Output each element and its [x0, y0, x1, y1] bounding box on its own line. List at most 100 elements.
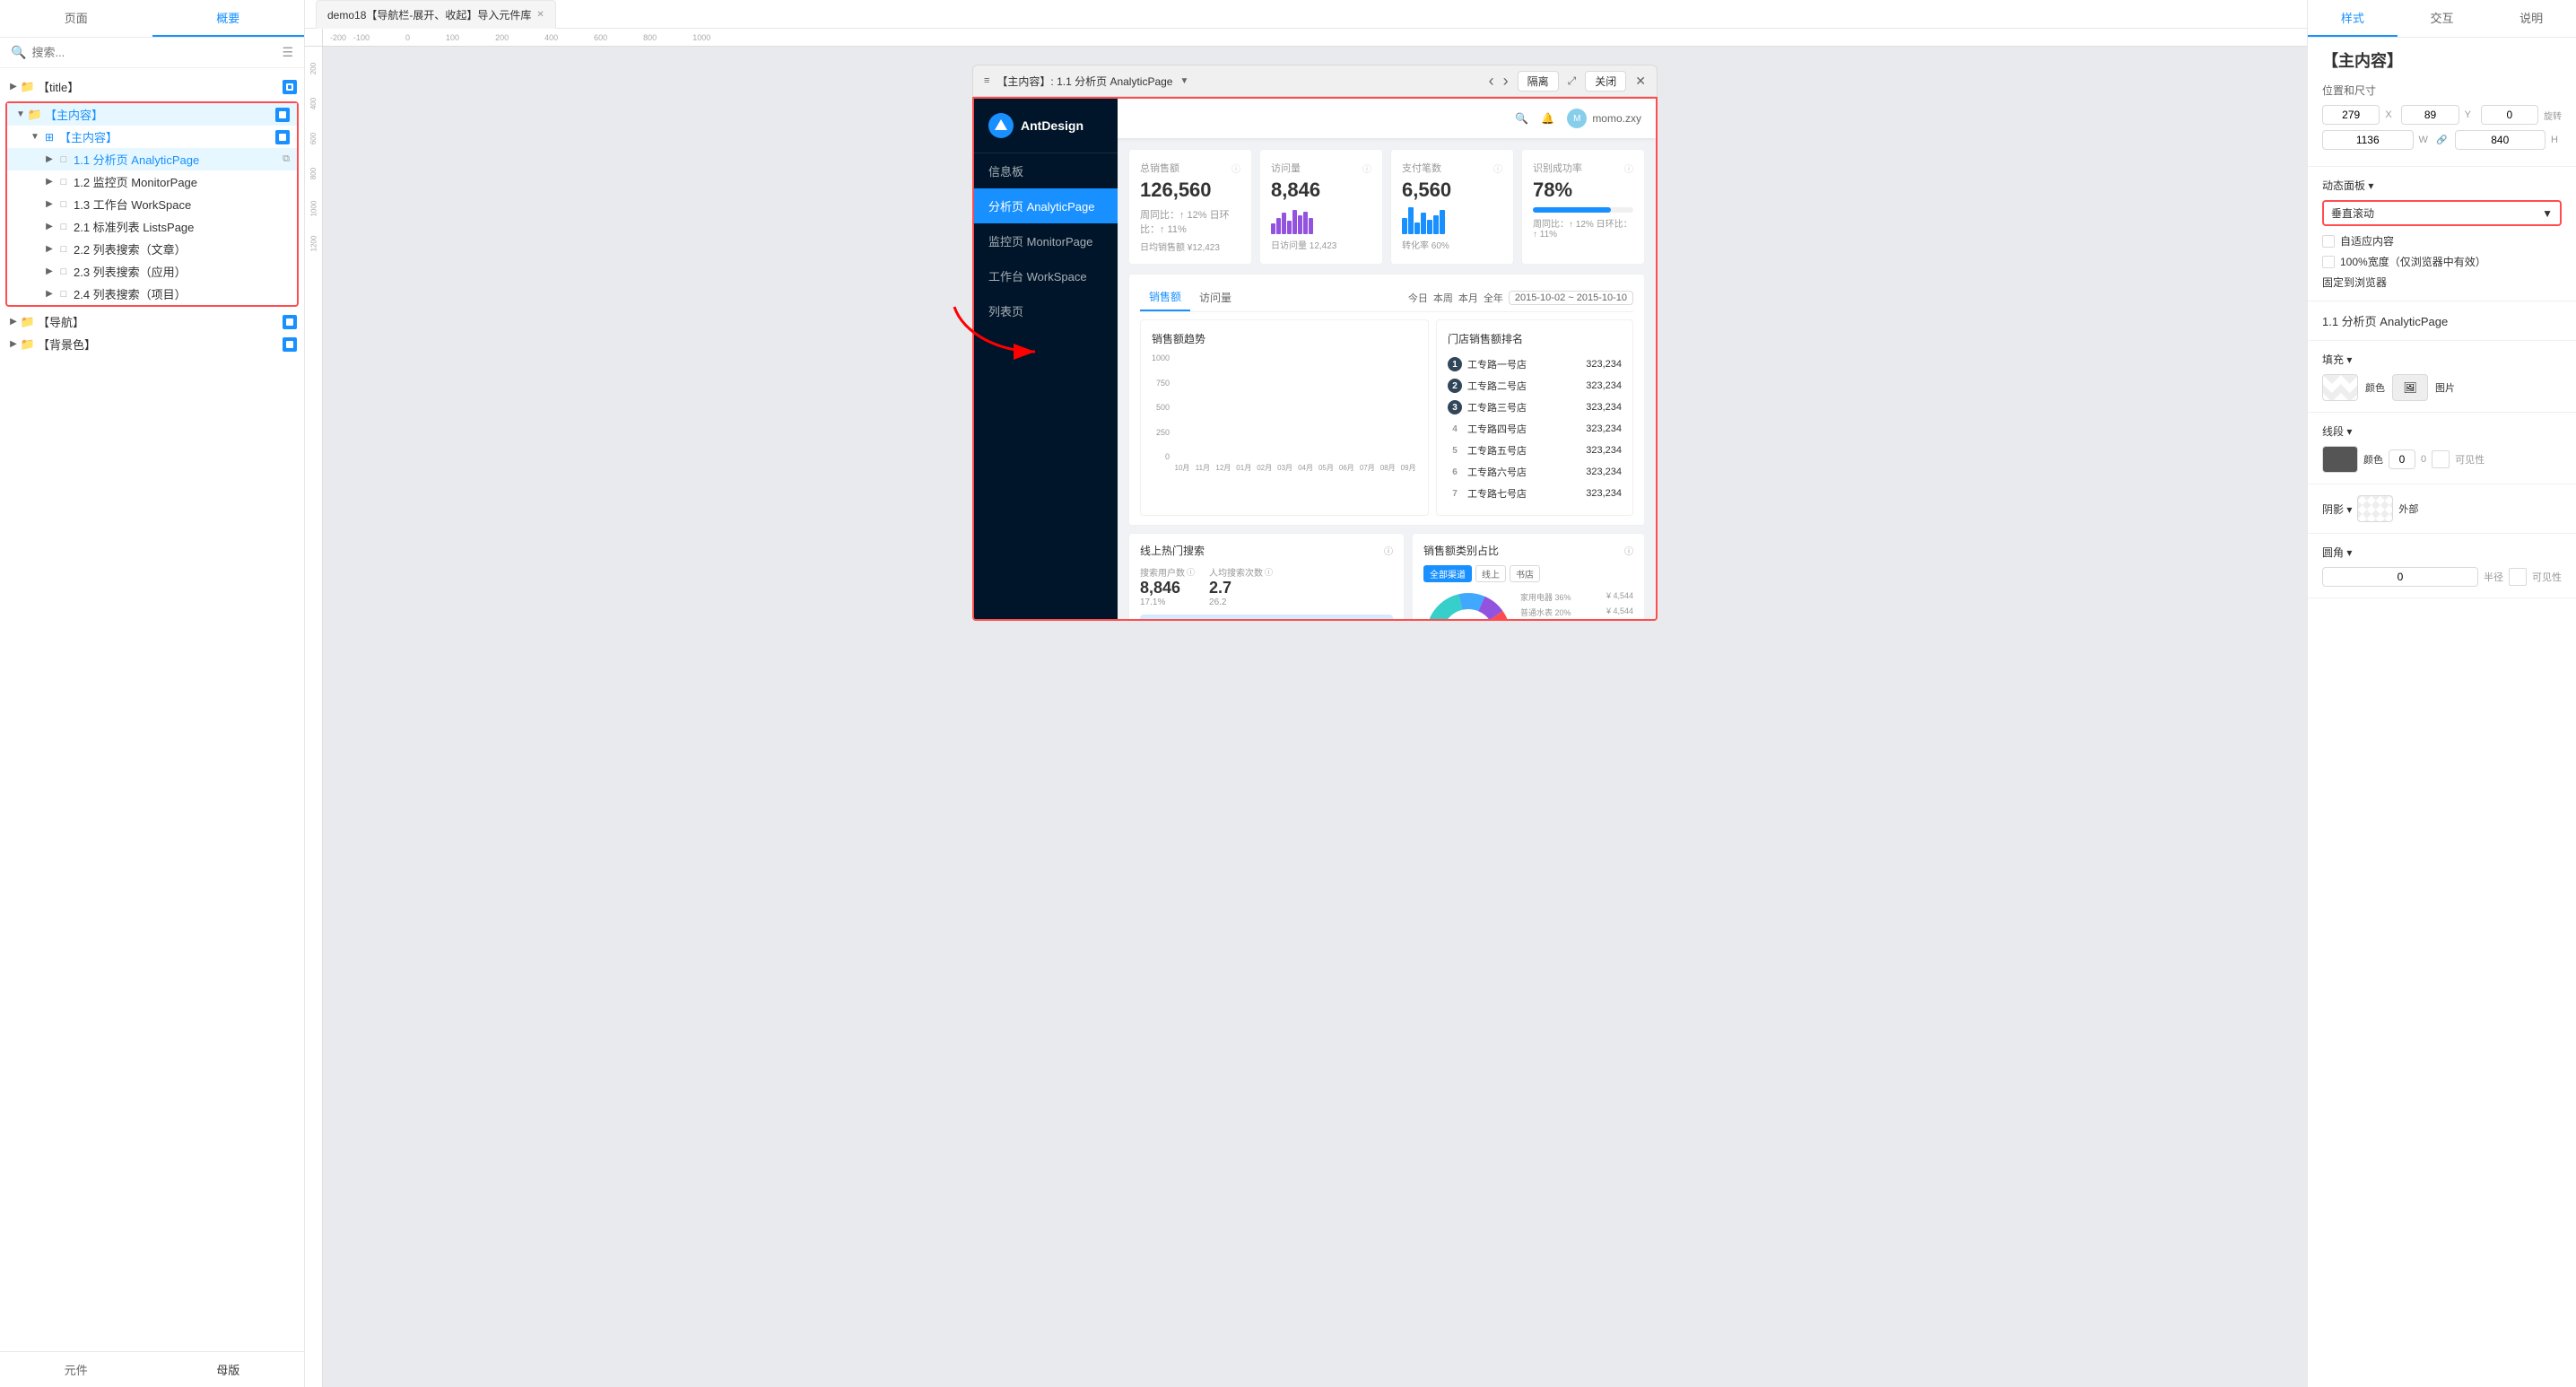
- rotation-input[interactable]: [2481, 105, 2538, 125]
- tree-item-1-1[interactable]: ▶ □ 1.1 分析页 AnalyticPage ⧉: [7, 148, 297, 170]
- w-input[interactable]: [2322, 130, 2414, 150]
- charts-row: 销售额趋势 1000 750 500 250: [1140, 319, 1633, 516]
- checkbox-adaptive-box[interactable]: [2322, 235, 2335, 248]
- stroke-title: 线段 ▾: [2322, 423, 2562, 439]
- rank-list-title: 门店销售额排名: [1448, 331, 1622, 346]
- cat-tab-bookstore[interactable]: 书店: [1510, 565, 1540, 582]
- sidebar-item-monitor[interactable]: 监控页 MonitorPage: [974, 223, 1118, 258]
- tree-toggle-2-3[interactable]: ▶: [43, 266, 56, 278]
- tab-page[interactable]: 页面: [0, 0, 152, 37]
- y-label: Y: [2465, 109, 2476, 120]
- sidebar-item-workspace[interactable]: 工作台 WorkSpace: [974, 258, 1118, 293]
- bell-icon[interactable]: 🔔: [1541, 112, 1554, 125]
- close-x-icon[interactable]: ✕: [1635, 74, 1646, 89]
- tree-item-2-1[interactable]: ▶ □ 2.1 标准列表 ListsPage: [7, 215, 297, 238]
- tree-toggle-nav[interactable]: ▶: [7, 316, 20, 328]
- cat-tab-all[interactable]: 全部渠道: [1423, 565, 1472, 582]
- stroke-vis-swatch[interactable]: [2432, 450, 2450, 468]
- date-btn-today[interactable]: 今日: [1408, 291, 1428, 305]
- stroke-width-input[interactable]: [2389, 449, 2415, 469]
- tree-label-1-1: 1.1 分析页 AnalyticPage: [74, 151, 283, 168]
- shadow-section: 阴影 ▾ 外部: [2308, 484, 2576, 534]
- tab-sales[interactable]: 销售额: [1140, 284, 1190, 311]
- tree-item-main-content[interactable]: ▼ 📁 【主内容】: [7, 103, 297, 126]
- tree-item-1-3[interactable]: ▶ □ 1.3 工作台 WorkSpace: [7, 193, 297, 215]
- tree-toggle[interactable]: ▶: [7, 81, 20, 93]
- page-icon-1-1: □: [56, 153, 72, 166]
- canvas-tab[interactable]: demo18【导航栏-展开、收起】导入元件库 ✕: [316, 0, 556, 29]
- widget-header-left: ≡ 【主内容】: 1.1 分析页 AnalyticPage ▼: [984, 74, 1188, 89]
- tree-toggle-layer[interactable]: ▼: [29, 131, 41, 144]
- tree-toggle-1-2[interactable]: ▶: [43, 176, 56, 188]
- date-btn-week[interactable]: 本周: [1433, 291, 1453, 305]
- dropdown-arrow-icon[interactable]: ▼: [1179, 76, 1188, 86]
- sidebar-item-analytic[interactable]: 分析页 AnalyticPage: [974, 188, 1118, 223]
- y-input[interactable]: [2401, 105, 2459, 125]
- tree-item-1-2[interactable]: ▶ □ 1.2 监控页 MonitorPage: [7, 170, 297, 193]
- tree-item-main-layer[interactable]: ▼ ⊞ 【主内容】: [7, 126, 297, 148]
- tree-item-nav[interactable]: ▶ 📁 【导航】: [0, 310, 304, 333]
- widget-header-title: 【主内容】: 1.1 分析页 AnalyticPage: [996, 74, 1172, 89]
- tab-overview[interactable]: 概要: [152, 0, 305, 37]
- dynamic-panel-dropdown[interactable]: 垂直滚动 ▼: [2322, 200, 2562, 226]
- tree-item-2-2[interactable]: ▶ □ 2.2 列表搜索（文章）: [7, 238, 297, 260]
- close-button[interactable]: 关闭: [1585, 71, 1626, 92]
- radius-input[interactable]: [2322, 567, 2478, 587]
- tree-item-bg[interactable]: ▶ 📁 【背景色】: [0, 333, 304, 355]
- shadow-swatch[interactable]: [2357, 495, 2393, 522]
- tree-item-title[interactable]: ▶ 📁 【title】: [0, 75, 304, 98]
- date-btn-year[interactable]: 全年: [1484, 291, 1503, 305]
- tree-toggle-bg[interactable]: ▶: [7, 338, 20, 351]
- tree-item-2-3[interactable]: ▶ □ 2.3 列表搜索（应用）: [7, 260, 297, 283]
- search-input[interactable]: [31, 46, 276, 59]
- canvas-area[interactable]: 200 400 600 800 1000 1200 ≡ 【主内容】: 1.1 分…: [305, 47, 2307, 1387]
- rank-name-4: 工专路四号店: [1467, 422, 1580, 436]
- filter-icon[interactable]: ☰: [282, 45, 293, 60]
- expand-widget-icon[interactable]: ⤢: [1568, 74, 1577, 88]
- expand-icon[interactable]: ≡: [984, 75, 989, 86]
- right-tab-style[interactable]: 样式: [2308, 0, 2398, 37]
- right-tab-interact[interactable]: 交互: [2398, 0, 2487, 37]
- copy-icon[interactable]: ⧉: [283, 153, 290, 165]
- fill-image-swatch[interactable]: 🖼: [2392, 374, 2428, 401]
- search-avg-count: 人均搜索次数 ⓘ 2.7 26.2: [1209, 565, 1273, 607]
- date-range[interactable]: 2015-10-02 ~ 2015-10-10: [1509, 291, 1633, 305]
- stat-sub-sales: 日均销售额 ¥12,423: [1140, 240, 1240, 253]
- search-icon-header[interactable]: 🔍: [1515, 112, 1528, 125]
- tree-toggle-2-4[interactable]: ▶: [43, 288, 56, 301]
- tree-toggle-2-2[interactable]: ▶: [43, 243, 56, 256]
- radius-vis-swatch[interactable]: [2509, 568, 2527, 586]
- tree-item-2-4[interactable]: ▶ □ 2.4 列表搜索（项目）: [7, 283, 297, 305]
- cat-tab-online[interactable]: 线上: [1475, 565, 1506, 582]
- tree-toggle-1-1[interactable]: ▶: [43, 153, 56, 166]
- category-card: 销售额类别占比 ⓘ 全部渠道 线上 书店: [1412, 533, 1645, 619]
- fill-color-swatch[interactable]: [2322, 374, 2358, 401]
- date-btn-month[interactable]: 本月: [1458, 291, 1478, 305]
- sidebar-item-dashboard[interactable]: 信息板: [974, 153, 1118, 188]
- tab-masters[interactable]: 母版: [152, 1352, 305, 1387]
- tree-toggle-1-3[interactable]: ▶: [43, 198, 56, 211]
- tab-visits[interactable]: 访问量: [1190, 284, 1240, 310]
- h-input[interactable]: [2455, 130, 2546, 150]
- checkbox-width-box[interactable]: [2322, 256, 2335, 268]
- bar-chart: [1173, 353, 1417, 461]
- app-content[interactable]: 总销售额 ⓘ 126,560 周同比：↑ 12% 日环比：↑ 11% 日均销售额…: [1118, 138, 1656, 619]
- next-icon[interactable]: ›: [1503, 72, 1509, 91]
- x-axis: 10月 11月 12月 01月 02月 03月: [1173, 463, 1417, 473]
- tab-components[interactable]: 元件: [0, 1352, 152, 1387]
- stroke-color-swatch[interactable]: [2322, 446, 2358, 473]
- sidebar-item-list[interactable]: 列表页: [974, 293, 1118, 328]
- tree-label-1-2: 1.2 监控页 MonitorPage: [74, 173, 290, 190]
- tree-toggle-2-1[interactable]: ▶: [43, 221, 56, 233]
- isolate-button[interactable]: 隔离: [1518, 71, 1559, 92]
- rank-num-5: 5: [1448, 443, 1462, 458]
- ruler-v-label-400: 400: [309, 98, 318, 109]
- folder-icon-nav: 📁: [20, 316, 36, 328]
- canvas-tab-close-icon[interactable]: ✕: [536, 10, 544, 20]
- tree-toggle-main[interactable]: ▼: [14, 109, 27, 121]
- right-tab-note[interactable]: 说明: [2486, 0, 2576, 37]
- search-header: 线上热门搜索 ⓘ: [1140, 543, 1393, 558]
- prev-icon[interactable]: ‹: [1489, 72, 1494, 91]
- user-percent: 17.1%: [1140, 598, 1195, 607]
- x-input[interactable]: [2322, 105, 2380, 125]
